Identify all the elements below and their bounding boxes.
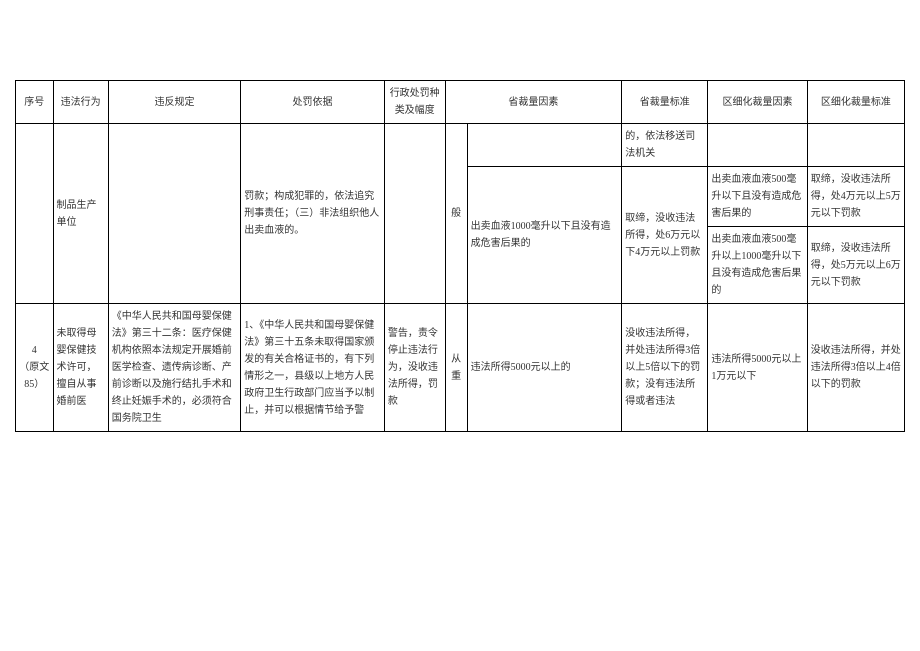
cell-level: 般 [445,124,467,304]
cell-action-extra: 制品生产单位 [53,124,108,304]
table-header-row: 序号 违法行为 违反规定 处罚依据 行政处罚种类及幅度 省裁量因素 省裁量标准 … [16,81,905,124]
cell-type-4: 警告，责令停止违法行为，没收违法所得，罚款 [384,304,445,432]
cell-basis-extra: 罚款；构成犯罪的，依法追究刑事责任；（三）非法组织他人出卖血液的。 [241,124,385,304]
cell-level-4: 从重 [445,304,467,432]
cell-basis-4: 1、《中华人民共和国母婴保健法》第三十五条未取得国家颁发的有关合格证书的，有下列… [241,304,385,432]
cell-dstandard-4: 没收违法所得，并处违法所得3倍以上4倍以下的罚款 [807,304,904,432]
cell-pstandard-2: 取缔，没收违法所得，处6万元以下4万元以上罚款 [622,167,708,304]
header-pstandard: 省裁量标准 [622,81,708,124]
table-row: 4 （原文85） 未取得母婴保健技术许可，擅自从事婚前医 《中华人民共和国母婴保… [16,304,905,432]
cell-dstandard-b: 取缔，没收违法所得，处5万元以上6万元以下罚款 [807,227,904,304]
header-seq: 序号 [16,81,54,124]
cell-pfactor-4: 违法所得5000元以上的 [467,304,622,432]
cell-dfactor-b: 出卖血液血液500毫升以上1000毫升以下且没有造成危害后果的 [708,227,807,304]
header-type: 行政处罚种类及幅度 [384,81,445,124]
cell-dfactor-sub1 [708,124,807,167]
cell-pstandard-4: 没收违法所得，并处违法所得3倍以上5倍以下的罚款；没有违法所得或者违法 [622,304,708,432]
table-row: 制品生产单位 罚款；构成犯罪的，依法追究刑事责任；（三）非法组织他人出卖血液的。… [16,124,905,167]
cell-seq-4: 4 （原文85） [16,304,54,432]
cell-violation-empty [108,124,241,304]
header-violation: 违反规定 [108,81,241,124]
header-basis: 处罚依据 [241,81,385,124]
cell-dstandard-a: 取缔，没收违法所得，处4万元以上5万元以下罚款 [807,167,904,227]
cell-seq-empty [16,124,54,304]
cell-pstandard-1: 的，依法移送司法机关 [622,124,708,167]
cell-action-4: 未取得母婴保健技术许可，擅自从事婚前医 [53,304,108,432]
header-dstandard: 区细化裁量标准 [807,81,904,124]
header-action: 违法行为 [53,81,108,124]
cell-dstandard-sub1 [807,124,904,167]
cell-dfactor-4: 违法所得5000元以上1万元以下 [708,304,807,432]
cell-type-empty [384,124,445,304]
regulation-table: 序号 违法行为 违反规定 处罚依据 行政处罚种类及幅度 省裁量因素 省裁量标准 … [15,80,905,432]
cell-dfactor-a: 出卖血液血液500毫升以下且没有造成危害后果的 [708,167,807,227]
cell-violation-4: 《中华人民共和国母婴保健法》第三十二条：医疗保健机构依照本法规定开展婚前医学检查… [108,304,241,432]
header-pfactor: 省裁量因素 [445,81,622,124]
cell-pfactor-sub1 [467,124,622,167]
cell-pfactor-2: 出卖血液1000毫升以下且没有造成危害后果的 [467,167,622,304]
header-dfactor: 区细化裁量因素 [708,81,807,124]
